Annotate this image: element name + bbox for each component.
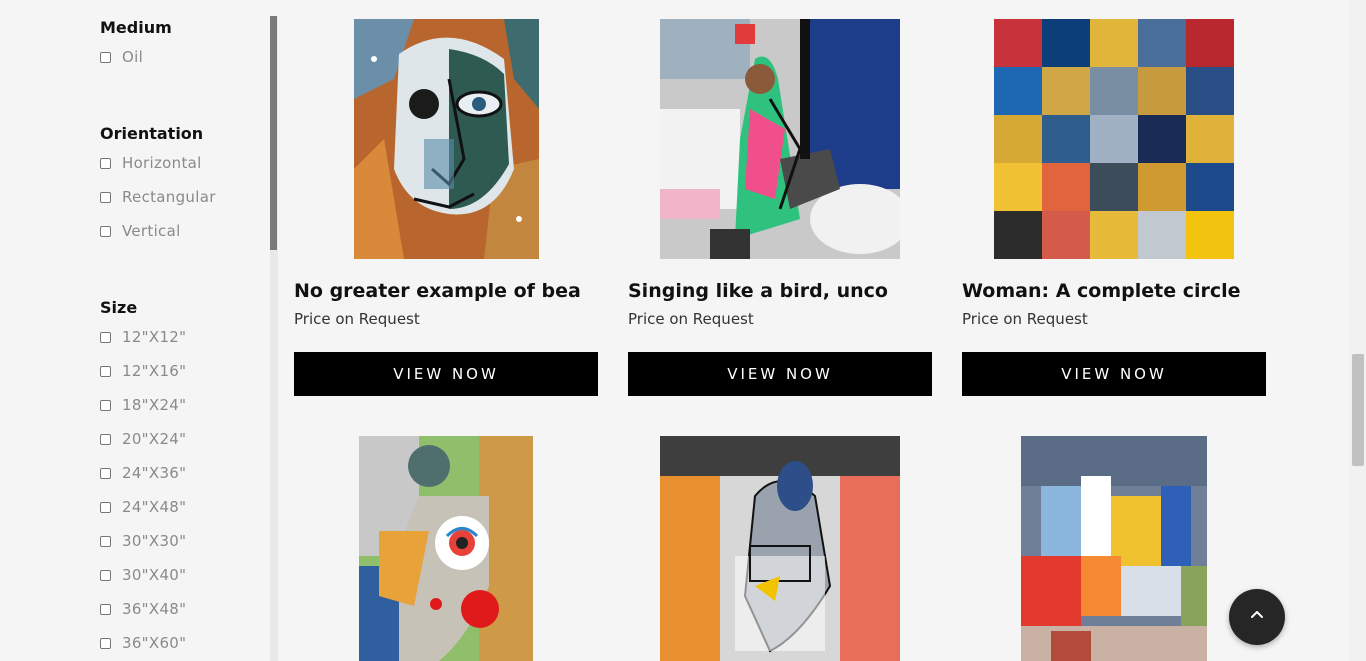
- view-now-button[interactable]: VIEW NOW: [962, 352, 1266, 396]
- option-label: Vertical: [122, 222, 181, 240]
- option-label: 36"X60": [122, 634, 187, 652]
- page-scrollbar-thumb[interactable]: [1352, 354, 1364, 466]
- filter-option-size[interactable]: 24"X36": [100, 463, 186, 483]
- filter-option-size[interactable]: 12"X16": [100, 361, 186, 381]
- filter-sidebar: Medium Oil Orientation Horizontal Rectan…: [0, 0, 280, 661]
- filter-option-size[interactable]: 12"X12": [100, 327, 186, 347]
- option-label: 36"X48": [122, 600, 187, 618]
- artwork-price: Price on Request: [962, 310, 1088, 328]
- artwork-price: Price on Request: [294, 310, 420, 328]
- artwork-image[interactable]: [660, 19, 900, 259]
- checkbox[interactable]: [100, 467, 111, 479]
- option-label: 12"X12": [122, 328, 187, 346]
- checkbox[interactable]: [100, 191, 111, 203]
- checkbox[interactable]: [100, 51, 111, 63]
- filter-option-size[interactable]: 36"X60": [100, 633, 186, 653]
- filter-option-size[interactable]: 30"X40": [100, 565, 186, 585]
- filter-title-medium: Medium: [100, 18, 172, 37]
- artwork-title[interactable]: Singing like a bird, unco: [628, 280, 888, 302]
- checkbox[interactable]: [100, 433, 111, 445]
- option-label: 20"X24": [122, 430, 187, 448]
- checkbox[interactable]: [100, 535, 111, 547]
- option-label: 24"X36": [122, 464, 187, 482]
- artwork-image[interactable]: [354, 19, 539, 259]
- artwork-price: Price on Request: [628, 310, 754, 328]
- filter-option-rectangular[interactable]: Rectangular: [100, 187, 216, 207]
- checkbox[interactable]: [100, 365, 111, 377]
- option-label: Rectangular: [122, 188, 216, 206]
- artwork-image[interactable]: [359, 436, 533, 661]
- view-now-button[interactable]: VIEW NOW: [628, 352, 932, 396]
- artwork-title[interactable]: No greater example of bea: [294, 280, 581, 302]
- checkbox[interactable]: [100, 603, 111, 615]
- filter-option-horizontal[interactable]: Horizontal: [100, 153, 202, 173]
- checkbox[interactable]: [100, 501, 111, 513]
- checkbox[interactable]: [100, 157, 111, 169]
- option-label: 12"X16": [122, 362, 187, 380]
- option-label: 24"X48": [122, 498, 187, 516]
- back-to-top-button[interactable]: [1229, 589, 1285, 645]
- filter-title-size: Size: [100, 298, 138, 317]
- artwork-image[interactable]: [660, 436, 900, 661]
- filter-option-size[interactable]: 20"X24": [100, 429, 186, 449]
- option-label: Oil: [122, 48, 144, 66]
- checkbox[interactable]: [100, 569, 111, 581]
- option-label: 30"X30": [122, 532, 187, 550]
- artwork-title[interactable]: Woman: A complete circle: [962, 280, 1241, 302]
- option-label: Horizontal: [122, 154, 202, 172]
- view-now-button[interactable]: VIEW NOW: [294, 352, 598, 396]
- page-scrollbar-track[interactable]: [1349, 0, 1366, 661]
- checkbox[interactable]: [100, 637, 111, 649]
- checkbox[interactable]: [100, 331, 111, 343]
- sidebar-scrollbar-thumb[interactable]: [270, 16, 277, 250]
- filter-option-size[interactable]: 30"X30": [100, 531, 186, 551]
- filter-option-vertical[interactable]: Vertical: [100, 221, 181, 241]
- filter-option-size[interactable]: 24"X48": [100, 497, 186, 517]
- filter-option-size[interactable]: 18"X24": [100, 395, 186, 415]
- option-label: 18"X24": [122, 396, 187, 414]
- filter-title-orientation: Orientation: [100, 124, 204, 143]
- artwork-image[interactable]: [994, 19, 1234, 259]
- checkbox[interactable]: [100, 225, 111, 237]
- option-label: 30"X40": [122, 566, 187, 584]
- chevron-up-icon: [1249, 607, 1265, 627]
- artwork-image[interactable]: [1021, 436, 1207, 661]
- checkbox[interactable]: [100, 399, 111, 411]
- filter-option-oil[interactable]: Oil: [100, 47, 143, 67]
- filter-option-size[interactable]: 36"X48": [100, 599, 186, 619]
